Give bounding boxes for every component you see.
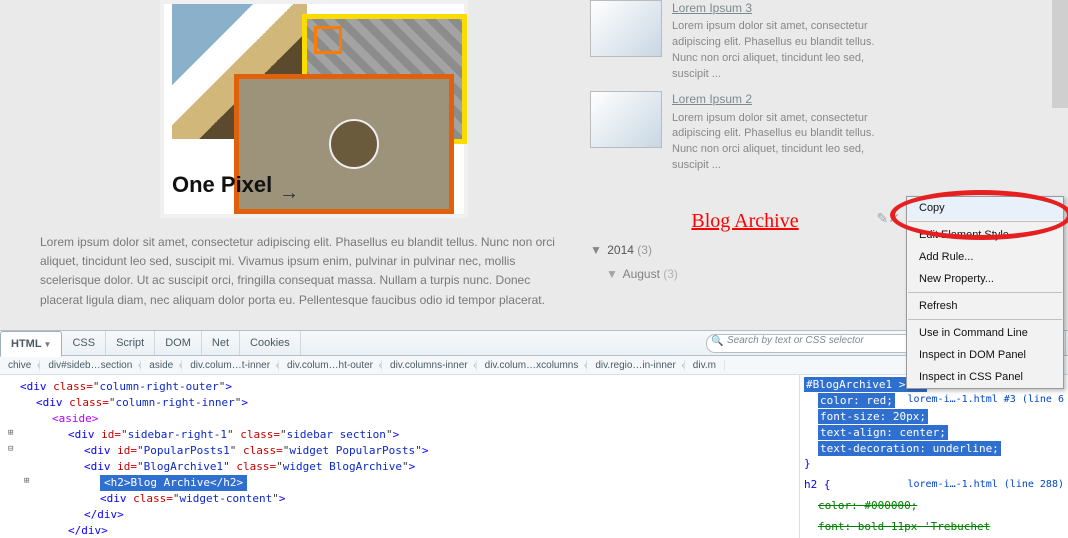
sidebar: Lorem Ipsum 3 Lorem ipsum dolor sit amet… [590, 0, 900, 281]
css-property[interactable]: font-size: 20px; [818, 409, 928, 424]
crumb-item[interactable]: div.colum…xcolumns [477, 360, 588, 371]
blog-archive-heading: Blog Archive [590, 210, 900, 233]
crumb-item[interactable]: div.m [685, 360, 725, 371]
tab-html[interactable]: HTML▼ [0, 331, 62, 357]
widget-tools-icon[interactable]: ✎✕ [877, 210, 900, 227]
popular-post-item[interactable]: Lorem Ipsum 2 Lorem ipsum dolor sit amet… [590, 91, 900, 174]
css-property[interactable]: text-align: center; [818, 425, 948, 440]
tab-dom[interactable]: DOM [155, 331, 202, 355]
menu-separator [908, 292, 1062, 293]
one-pixel-label: One Pixel [172, 172, 272, 198]
tab-css[interactable]: CSS [62, 331, 106, 355]
triangle-down-icon: ▼ [606, 267, 618, 281]
post-title-link[interactable]: Lorem Ipsum 2 [672, 91, 900, 108]
post-excerpt: Lorem ipsum dolor sit amet, consectetur … [672, 112, 874, 172]
css-source-link[interactable]: lorem-i…-1.html (line 288) [907, 477, 1064, 492]
css-brace: } [804, 456, 1064, 471]
context-menu-edit-style[interactable]: Edit Element Style... [907, 224, 1063, 246]
post-body: Lorem Ipsum 3 Lorem ipsum dolor sit amet… [672, 0, 900, 83]
context-menu-use-cmdline[interactable]: Use in Command Line [907, 322, 1063, 344]
article-body-text: Lorem ipsum dolor sit amet, consectetur … [40, 233, 560, 310]
archive-year: 2014 [607, 243, 634, 257]
css-property[interactable]: color: #000000; [818, 499, 917, 512]
app-root: One Pixel → Lorem ipsum dolor sit amet, … [0, 0, 1068, 538]
css-source-link[interactable]: lorem-i…-1.html #3 (line 6 [907, 392, 1064, 407]
post-excerpt: Lorem ipsum dolor sit amet, consectetur … [672, 20, 874, 80]
twisty-icon[interactable]: ⊞ [8, 425, 13, 441]
tab-cookies[interactable]: Cookies [240, 331, 301, 355]
tab-net[interactable]: Net [202, 331, 240, 355]
css-selector[interactable]: h2 { [804, 478, 831, 491]
crumb-item[interactable]: aside [141, 360, 182, 371]
single-pixel-circle [329, 119, 379, 169]
css-property[interactable]: text-decoration: underline; [818, 441, 1001, 456]
crumb-item[interactable]: chive [0, 360, 40, 371]
chevron-down-icon[interactable]: ▼ [44, 340, 52, 349]
post-title-link[interactable]: Lorem Ipsum 3 [672, 0, 900, 17]
crumb-item[interactable]: div.columns-inner [382, 360, 477, 371]
context-menu-new-property[interactable]: New Property... [907, 268, 1063, 290]
html-tree[interactable]: ⊟ ⊟ ⊟ ⊞ ⊟ ⊞ <div class="<div class="colu… [0, 375, 799, 538]
crumb-item[interactable]: div.regio…in-inner [587, 360, 684, 371]
arrow-icon: → [279, 182, 299, 205]
triangle-down-icon: ▼ [590, 243, 602, 257]
crumb-item[interactable]: div#sideb…section [40, 360, 141, 371]
main-column: One Pixel → Lorem ipsum dolor sit amet, … [40, 0, 570, 310]
crumb-item[interactable]: div.colum…t-inner [182, 360, 279, 371]
devtools-search-input[interactable]: Search by text or CSS selector [706, 334, 926, 353]
archive-month-count: (3) [663, 267, 678, 281]
context-menu-inspect-dom[interactable]: Inspect in DOM Panel [907, 344, 1063, 366]
post-thumbnail [590, 0, 662, 57]
post-body: Lorem Ipsum 2 Lorem ipsum dolor sit amet… [672, 91, 900, 174]
post-thumbnail [590, 91, 662, 148]
twisty-icon[interactable]: ⊟ [8, 441, 13, 457]
css-property[interactable]: font: bold 11px 'Trebuchet [818, 520, 990, 533]
selected-dom-node[interactable]: <h2>Blog Archive</h2> [100, 475, 247, 491]
pixel-illustration: One Pixel → [160, 0, 468, 218]
archive-month-row[interactable]: ▼ August (3) [606, 267, 900, 281]
context-menu-copy[interactable]: Copy [907, 197, 1063, 219]
css-rules-pane[interactable]: #BlogArchive1 > h2lorem-i…-1.html #3 (li… [799, 375, 1068, 538]
popular-post-item[interactable]: Lorem Ipsum 3 Lorem ipsum dolor sit amet… [590, 0, 900, 83]
archive-year-count: (3) [637, 243, 652, 257]
zoom-marker-small [314, 26, 342, 54]
crumb-item[interactable]: div.colum…ht-outer [279, 360, 382, 371]
css-property[interactable]: color: red; [818, 393, 895, 408]
menu-separator [908, 221, 1062, 222]
context-menu-add-rule[interactable]: Add Rule... [907, 246, 1063, 268]
twisty-icon[interactable]: ⊞ [24, 473, 29, 489]
context-menu-refresh[interactable]: Refresh [907, 295, 1063, 317]
menu-separator [908, 319, 1062, 320]
tab-script[interactable]: Script [106, 331, 155, 355]
archive-month: August [623, 267, 660, 281]
archive-year-row[interactable]: ▼ 2014 (3) [590, 243, 900, 257]
page-scrollbar[interactable] [1052, 0, 1068, 108]
context-menu-inspect-css[interactable]: Inspect in CSS Panel [907, 366, 1063, 388]
context-menu: Copy Edit Element Style... Add Rule... N… [906, 196, 1064, 389]
devtools-body: ⊟ ⊟ ⊟ ⊞ ⊟ ⊞ <div class="<div class="colu… [0, 375, 1068, 538]
